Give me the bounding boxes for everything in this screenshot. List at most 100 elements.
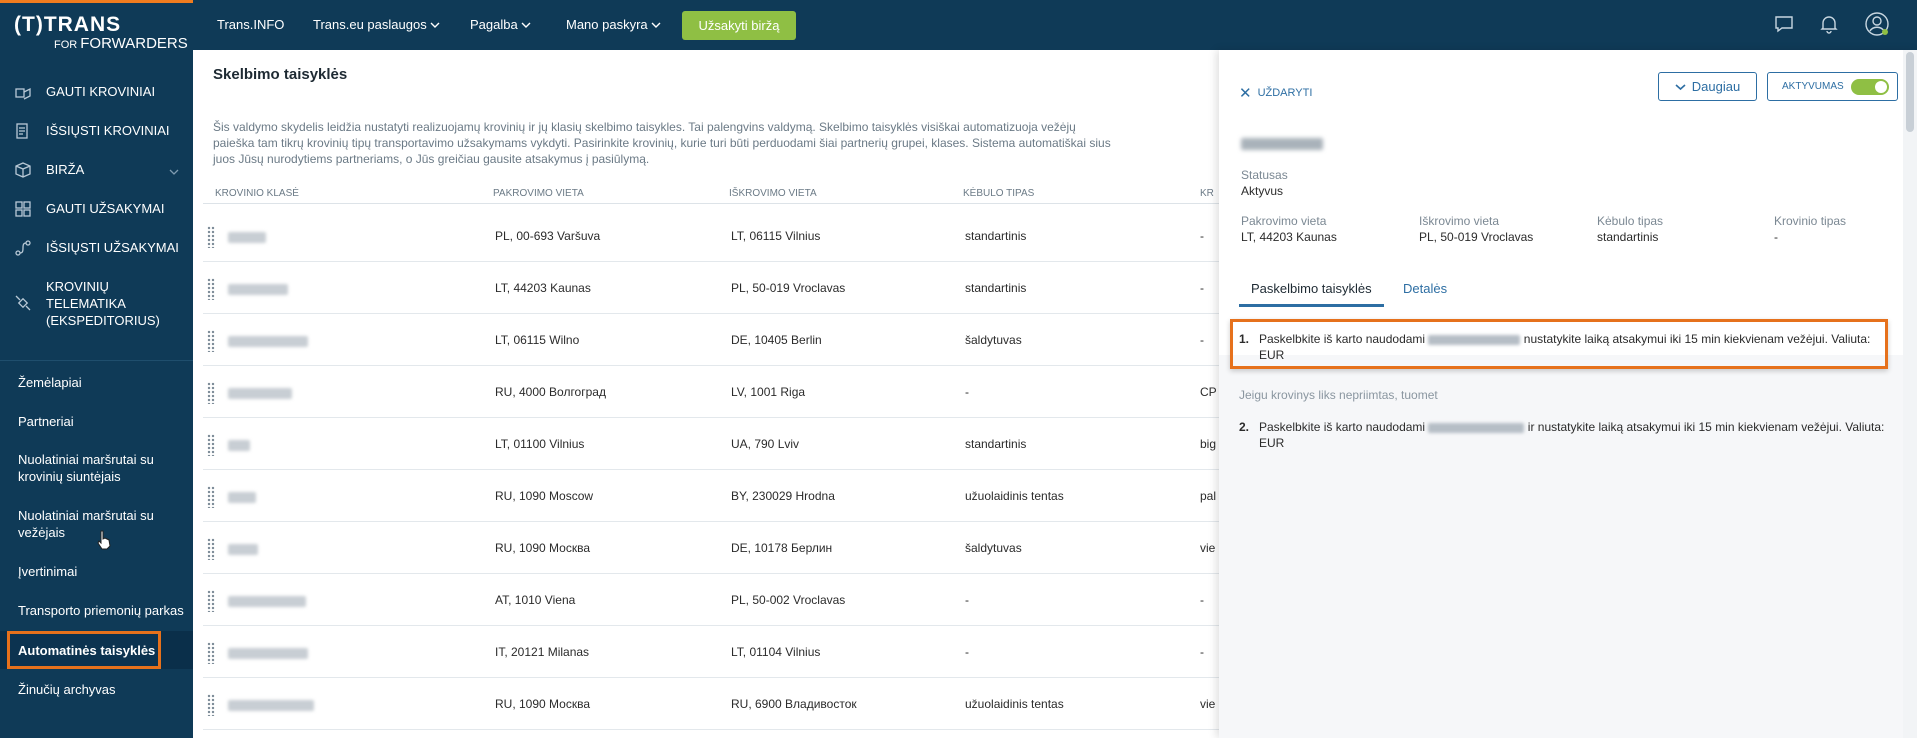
nav-label: BIRŽA: [46, 162, 85, 177]
table-row[interactable]: RU, 1090 Moscow BY, 230029 Hrodna užuolaid…: [203, 470, 1220, 522]
nav-kroviniu-telematika[interactable]: KROVINIŲ TELEMATIKA (EKSPEDITORIUS): [0, 267, 193, 339]
chevron-down-icon: [430, 17, 440, 32]
field-value: LT, 44203 Kaunas: [1241, 230, 1337, 244]
cell-to: LV, 1001 Riga: [731, 385, 806, 399]
cell-extra: -: [1200, 281, 1204, 295]
table-row[interactable]: PL, 00-693 Varšuva LT, 06115 Vilnius stand…: [203, 210, 1220, 262]
chevron-down-icon[interactable]: [169, 164, 179, 179]
table-row[interactable]: RU, 4000 Волгоград LV, 1001 Riga - CP: [203, 366, 1220, 418]
drag-handle-icon[interactable]: [207, 694, 215, 716]
topnav-pagalba[interactable]: Pagalba: [470, 17, 531, 32]
cell-extra: -: [1200, 333, 1204, 347]
cell-extra: vie: [1200, 697, 1216, 711]
table-row[interactable]: LT, 44203 Kaunas PL, 50-019 Vroclavas stan…: [203, 262, 1220, 314]
drag-handle-icon[interactable]: [207, 226, 215, 248]
cell-from: RU, 1090 Moscow: [495, 489, 594, 503]
subnav-ivertinimai[interactable]: Įvertinimai: [18, 563, 188, 580]
field-value: -: [1774, 230, 1778, 244]
table-row[interactable]: RU, 1090 Москва RU, 6900 Владивосток užuol…: [203, 678, 1220, 730]
field-label: Krovinio tipas: [1774, 214, 1847, 228]
scrollbar[interactable]: [1903, 50, 1917, 738]
col-kebulo-tipas[interactable]: KĖBULO TIPAS: [963, 188, 1034, 199]
redacted-class: [228, 700, 314, 711]
chevron-down-icon: [1675, 79, 1686, 94]
topnav-trans-info[interactable]: Trans.INFO: [217, 17, 284, 32]
cell-to: RU, 6900 Владивосток: [731, 697, 857, 711]
toggle-switch[interactable]: [1851, 79, 1889, 95]
more-button[interactable]: Daugiau: [1658, 72, 1757, 101]
drag-handle-icon[interactable]: [207, 538, 215, 560]
nav-issiusti-uzsakymai[interactable]: IŠSIŲSTI UŽSAKYMAI: [0, 228, 193, 267]
nav-gauti-uzsakymai[interactable]: GAUTI UŽSAKYMAI: [0, 189, 193, 228]
cell-body: -: [965, 385, 969, 399]
cell-to: DE, 10405 Berlin: [731, 333, 822, 347]
table-header: KROVINIO KLASĖ PAKROVIMO VIETA IŠKROVIMO…: [203, 182, 1220, 204]
tab-paskelbimo-taisykles[interactable]: Paskelbimo taisyklės: [1239, 281, 1384, 307]
col-pakrovimo-vieta[interactable]: PAKROVIMO VIETA: [493, 188, 584, 199]
drag-handle-icon[interactable]: [207, 382, 215, 404]
table-row[interactable]: LT, 06115 Wilno DE, 10405 Berlin šaldytuva…: [203, 314, 1220, 366]
col-iskrovimo-vieta[interactable]: IŠKROVIMO VIETA: [729, 188, 817, 199]
subnav-zinuciu-archyvas[interactable]: Žinučių archyvas: [18, 681, 188, 698]
cell-to: LT, 06115 Vilnius: [731, 229, 821, 243]
rule-number: 2.: [1239, 420, 1250, 434]
cell-from: RU, 1090 Москва: [495, 541, 590, 555]
chat-icon[interactable]: [1774, 14, 1794, 39]
topnav-paslaugos[interactable]: Trans.eu paslaugos: [313, 17, 440, 32]
col-krovinio-klase[interactable]: KROVINIO KLASĖ: [215, 188, 299, 199]
cell-to: UA, 790 Lviv: [731, 437, 800, 451]
scrollbar-thumb[interactable]: [1906, 52, 1914, 132]
uzsakyti-birza-button[interactable]: Užsakyti biržą: [682, 11, 796, 40]
table-row[interactable]: IT, 20121 Milanas LT, 01104 Vilnius - -: [203, 626, 1220, 678]
nav-birza[interactable]: BIRŽA: [0, 150, 193, 189]
close-button[interactable]: ✕ UŽDARYTI: [1239, 84, 1312, 102]
nav-label: GAUTI UŽSAKYMAI: [46, 201, 165, 216]
drag-handle-icon[interactable]: [207, 434, 215, 456]
drag-handle-icon[interactable]: [207, 486, 215, 508]
user-avatar-icon[interactable]: [1865, 12, 1889, 41]
nav-issiusti-kroviniai[interactable]: IŠSIŲSTI KROVINIAI: [0, 111, 193, 150]
redacted-class: [228, 492, 256, 503]
redacted-class: [228, 648, 308, 659]
nav-label: GAUTI KROVINIAI: [46, 84, 156, 99]
table-row[interactable]: LT, 01100 Vilnius UA, 790 Lviv standartini…: [203, 418, 1220, 470]
subnav-transporto-parkas[interactable]: Transporto priemonių parkas: [18, 602, 188, 619]
redacted-partner-group: [1428, 334, 1521, 345]
page-description: Šis valdymo skydelis leidžia nustatyti r…: [213, 120, 1111, 166]
chevron-down-icon: [521, 17, 531, 32]
cell-to: PL, 50-019 Vroclavas: [731, 281, 846, 295]
content: Skelbimo taisyklės Šis valdymo skydelis …: [193, 50, 1220, 738]
drag-handle-icon[interactable]: [207, 330, 215, 352]
drag-handle-icon[interactable]: [207, 278, 215, 300]
subnav-partneriai[interactable]: Partneriai: [18, 413, 188, 430]
subnav-automatines-taisykles[interactable]: Automatinės taisyklės: [18, 642, 188, 659]
cell-from: LT, 01100 Vilnius: [495, 437, 585, 451]
trans-logo[interactable]: (T)TRANS FOR FORWARDERS: [14, 14, 188, 54]
nav-gauti-kroviniai[interactable]: GAUTI KROVINIAI: [0, 72, 193, 111]
topnav-mano-paskyra[interactable]: Mano paskyra: [566, 17, 661, 32]
cell-to: BY, 230029 Hrodna: [731, 489, 835, 503]
status-value: Aktyvus: [1241, 184, 1284, 198]
cell-from: LT, 44203 Kaunas: [495, 281, 591, 295]
table-row[interactable]: RU, 1090 Москва DE, 10178 Берлин šaldytuva…: [203, 522, 1220, 574]
bell-icon[interactable]: [1820, 14, 1838, 39]
rule-number: 1.: [1239, 332, 1250, 346]
boxes-icon: [14, 83, 32, 101]
rules-area: [1219, 305, 1903, 738]
subnav-zemelapiai[interactable]: Žemėlapiai: [18, 374, 188, 391]
col-kr[interactable]: KR: [1200, 188, 1214, 199]
drag-handle-icon[interactable]: [207, 590, 215, 612]
drag-handle-icon[interactable]: [207, 642, 215, 664]
main-nav: GAUTI KROVINIAI IŠSIŲSTI KROVINIAI BIRŽA…: [0, 72, 193, 339]
redacted-class: [228, 336, 308, 347]
tab-detales[interactable]: Detalės: [1403, 281, 1447, 296]
subnav-marsrutai-siuntejais[interactable]: Nuolatiniai maršrutai su krovinių siuntė…: [18, 451, 188, 485]
cell-extra: vie: [1200, 541, 1216, 555]
redacted-class: [228, 440, 250, 451]
cell-body: užuolaidinis tentas: [965, 489, 1064, 503]
activity-toggle-button[interactable]: AKTYVUMAS: [1767, 72, 1898, 101]
redacted-class: [228, 284, 288, 295]
cube-icon: [14, 161, 32, 179]
close-icon: ✕: [1239, 85, 1252, 102]
table-row[interactable]: AT, 1010 Viena PL, 50-002 Vroclavas - -: [203, 574, 1220, 626]
